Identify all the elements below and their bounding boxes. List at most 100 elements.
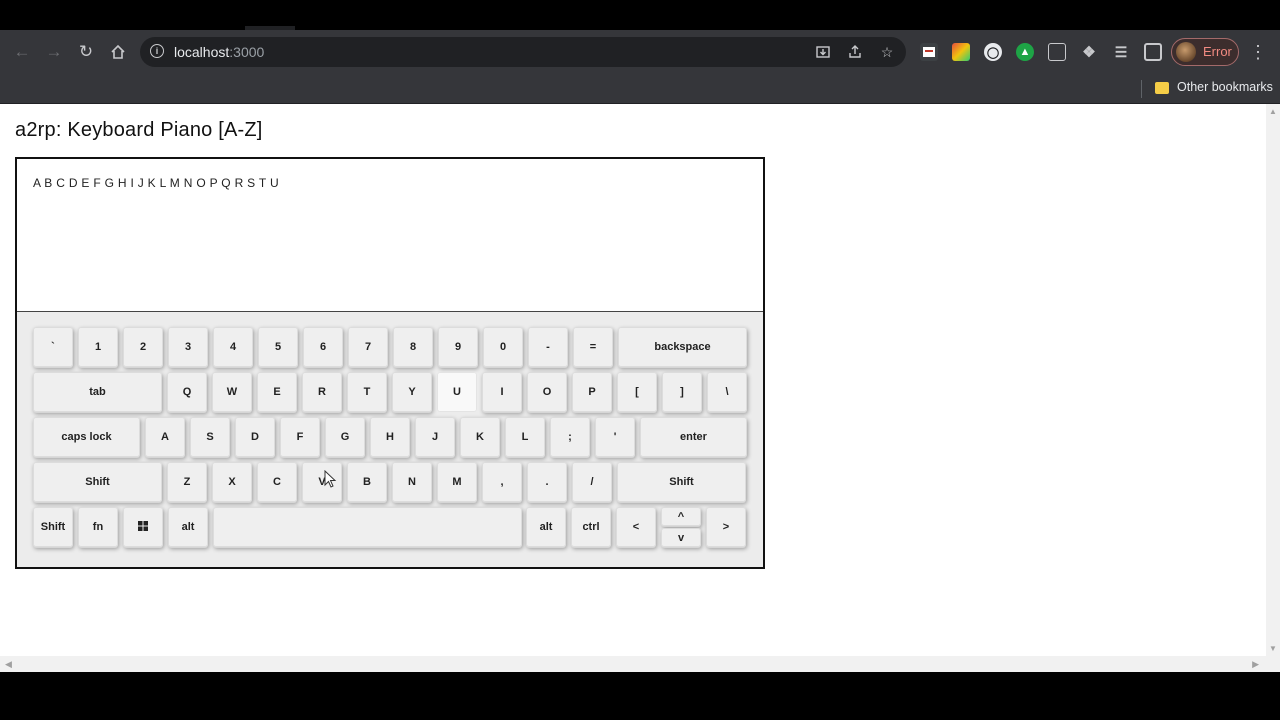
other-bookmarks-link[interactable]: Other bookmarks: [1177, 80, 1273, 94]
key-alt-3[interactable]: alt: [168, 507, 208, 547]
share-icon[interactable]: [846, 43, 864, 61]
bookmarks-bar: Other bookmarks: [0, 74, 1280, 104]
reload-icon[interactable]: ↻: [72, 38, 100, 66]
key-3[interactable]: 3: [168, 327, 208, 367]
extension-icon-2[interactable]: [952, 43, 970, 61]
key-alt-5[interactable]: alt: [526, 507, 566, 547]
key-x[interactable]: X: [212, 462, 252, 502]
scroll-left-arrow-icon[interactable]: ◀: [5, 659, 12, 670]
key-r[interactable]: R: [302, 372, 342, 412]
vertical-scrollbar[interactable]: ▲ ▼: [1266, 104, 1280, 656]
avatar: [1176, 42, 1196, 62]
key-tab[interactable]: tab: [33, 372, 162, 412]
key-7[interactable]: 7: [348, 327, 388, 367]
key-8[interactable]: 8: [393, 327, 433, 367]
key-m[interactable]: M: [437, 462, 477, 502]
key-left-bracket[interactable]: [: [617, 372, 657, 412]
browser-window: ← → ↻ i localhost:3000 ☆ ◯ ▲ ❖ ☰ Error ⋮…: [0, 0, 1280, 672]
url-text[interactable]: localhost:3000: [174, 44, 264, 60]
key-slash[interactable]: /: [572, 462, 612, 502]
scroll-up-arrow-icon[interactable]: ▲: [1269, 107, 1277, 116]
key-shift-row4-11[interactable]: Shift: [617, 462, 746, 502]
key-d[interactable]: D: [235, 417, 275, 457]
extension-icon-3[interactable]: ◯: [984, 43, 1002, 61]
extensions-puzzle-icon[interactable]: ❖: [1080, 43, 1098, 61]
key-2[interactable]: 2: [123, 327, 163, 367]
key-1[interactable]: 1: [78, 327, 118, 367]
key-caps-lock[interactable]: caps lock: [33, 417, 140, 457]
key-backspace[interactable]: backspace: [618, 327, 747, 367]
scroll-down-arrow-icon[interactable]: ▼: [1269, 644, 1277, 653]
key-q[interactable]: Q: [167, 372, 207, 412]
key-6[interactable]: 6: [303, 327, 343, 367]
key-0[interactable]: 0: [483, 327, 523, 367]
key-enter[interactable]: enter: [640, 417, 747, 457]
address-bar[interactable]: i localhost:3000 ☆: [140, 37, 906, 67]
key-b[interactable]: B: [347, 462, 387, 502]
key-backslash[interactable]: \: [707, 372, 747, 412]
key-windows[interactable]: [123, 507, 163, 547]
side-panel-icon[interactable]: [1144, 43, 1162, 61]
extension-icon-4[interactable]: ▲: [1016, 43, 1034, 61]
profile-button[interactable]: Error: [1171, 38, 1239, 66]
key-j[interactable]: J: [415, 417, 455, 457]
site-info-icon[interactable]: i: [150, 44, 164, 58]
tab-strip: [0, 0, 1280, 30]
key-f[interactable]: F: [280, 417, 320, 457]
key-z[interactable]: Z: [167, 462, 207, 502]
key-space[interactable]: [213, 507, 522, 547]
key-equals[interactable]: =: [573, 327, 613, 367]
key-period[interactable]: .: [527, 462, 567, 502]
key-p[interactable]: P: [572, 372, 612, 412]
key-left-arrow[interactable]: <: [616, 507, 656, 547]
key-y[interactable]: Y: [392, 372, 432, 412]
key-o[interactable]: O: [527, 372, 567, 412]
qr-code-icon[interactable]: [1048, 43, 1066, 61]
key-up-arrow[interactable]: ^: [661, 507, 701, 526]
key-5[interactable]: 5: [258, 327, 298, 367]
key-w[interactable]: W: [212, 372, 252, 412]
media-queue-icon[interactable]: ☰: [1112, 43, 1130, 61]
key-u[interactable]: U: [437, 372, 477, 412]
key-l[interactable]: L: [505, 417, 545, 457]
key-down-arrow[interactable]: v: [661, 528, 701, 547]
key-4[interactable]: 4: [213, 327, 253, 367]
forward-arrow-icon[interactable]: →: [40, 38, 68, 66]
key-t[interactable]: T: [347, 372, 387, 412]
key-s[interactable]: S: [190, 417, 230, 457]
key-quote[interactable]: ': [595, 417, 635, 457]
key-i[interactable]: I: [482, 372, 522, 412]
key-e[interactable]: E: [257, 372, 297, 412]
mouse-cursor-icon: [324, 470, 337, 488]
key-minus[interactable]: -: [528, 327, 568, 367]
key-comma[interactable]: ,: [482, 462, 522, 502]
install-app-icon[interactable]: [814, 43, 832, 61]
scrollbar-corner: [1266, 656, 1280, 672]
home-icon[interactable]: [104, 38, 132, 66]
key-g[interactable]: G: [325, 417, 365, 457]
key-right-arrow[interactable]: >: [706, 507, 746, 547]
browser-toolbar: ← → ↻ i localhost:3000 ☆ ◯ ▲ ❖ ☰ Error ⋮: [0, 30, 1280, 74]
key-h[interactable]: H: [370, 417, 410, 457]
page-title: a2rp: Keyboard Piano [A-Z]: [15, 119, 263, 141]
back-arrow-icon[interactable]: ←: [8, 38, 36, 66]
more-menu-icon[interactable]: ⋮: [1249, 38, 1267, 66]
key-k[interactable]: K: [460, 417, 500, 457]
key-shift-row4-0[interactable]: Shift: [33, 462, 162, 502]
key-a[interactable]: A: [145, 417, 185, 457]
scroll-right-arrow-icon[interactable]: ▶: [1252, 659, 1259, 670]
bookmark-star-icon[interactable]: ☆: [878, 43, 896, 61]
key-semicolon[interactable]: ;: [550, 417, 590, 457]
key-9[interactable]: 9: [438, 327, 478, 367]
key-right-bracket[interactable]: ]: [662, 372, 702, 412]
key-shift-row5-0[interactable]: Shift: [33, 507, 73, 547]
key-c[interactable]: C: [257, 462, 297, 502]
key-ctrl[interactable]: ctrl: [571, 507, 611, 547]
key-fn[interactable]: fn: [78, 507, 118, 547]
profile-error-label: Error: [1203, 44, 1232, 59]
key-n[interactable]: N: [392, 462, 432, 502]
extension-icon-1[interactable]: [920, 43, 938, 61]
key-backtick[interactable]: `: [33, 327, 73, 367]
bookmarks-separator: [1141, 80, 1142, 98]
horizontal-scrollbar[interactable]: ◀ ▶: [0, 656, 1266, 672]
